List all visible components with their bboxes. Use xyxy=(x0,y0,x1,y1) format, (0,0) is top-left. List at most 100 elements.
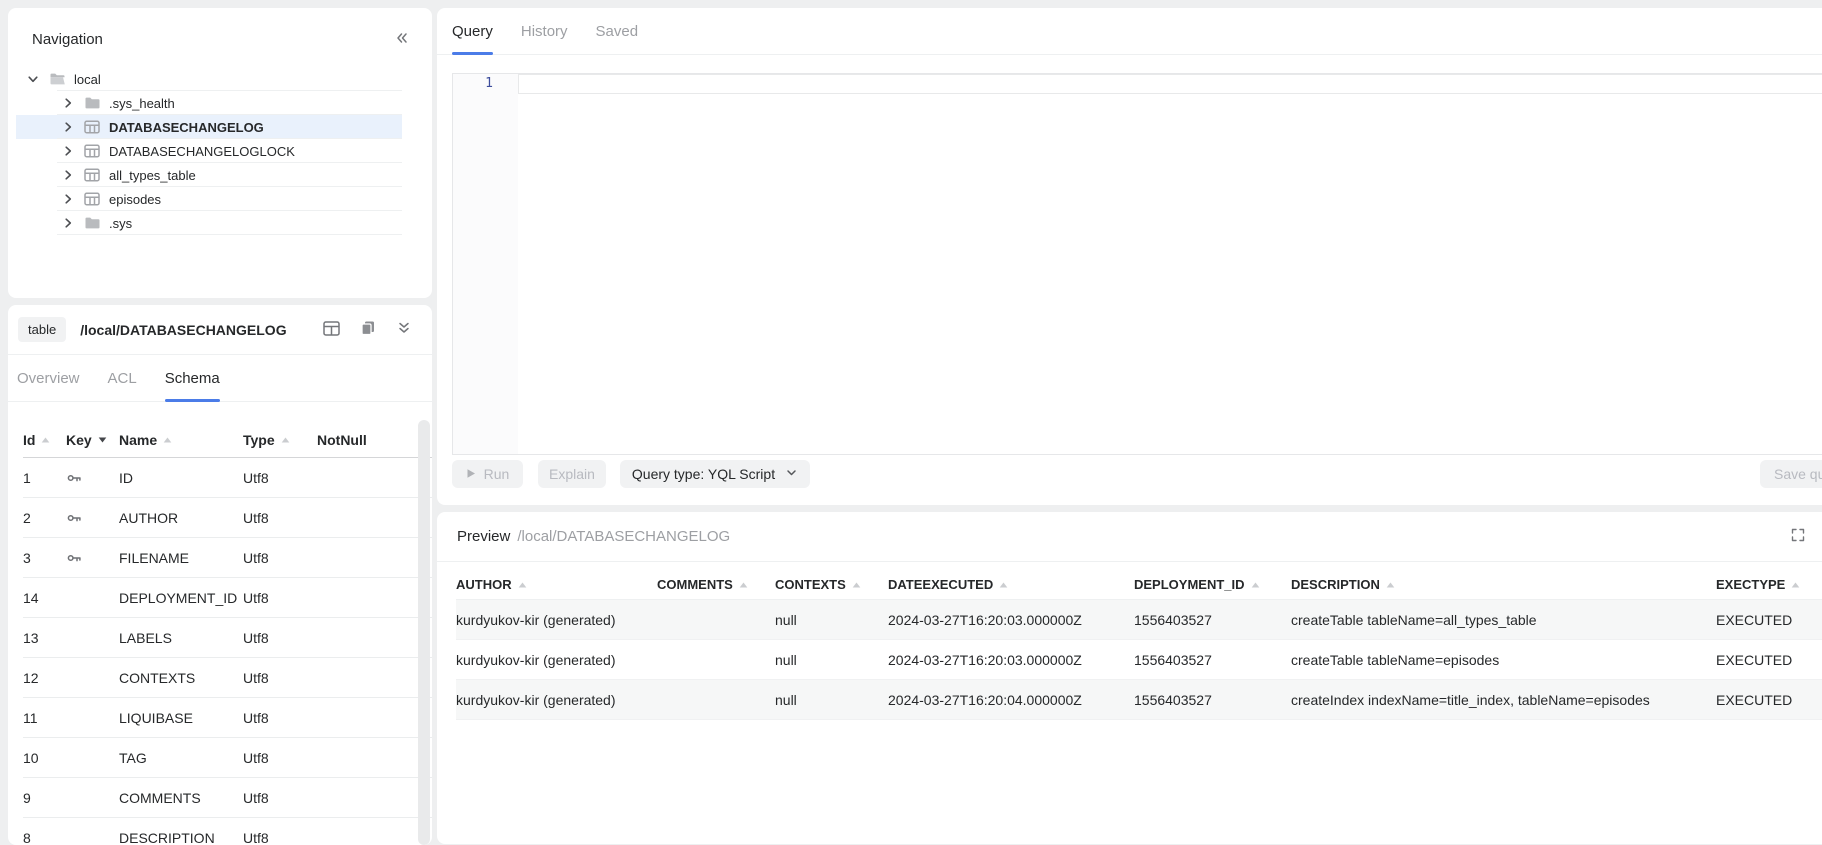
sort-asc-icon xyxy=(518,582,527,588)
schema-cell: 2 xyxy=(23,510,66,526)
tab-overview[interactable]: Overview xyxy=(17,355,80,401)
table-icon xyxy=(323,321,340,339)
preview-header-row: AUTHOR COMMENTSCONTEXTSDATEEXECUTEDDEPLOY… xyxy=(456,570,1822,600)
chevron-right-icon[interactable] xyxy=(61,120,75,134)
tab-saved[interactable]: Saved xyxy=(596,8,639,54)
schema-column-header-type[interactable]: Type xyxy=(243,432,317,448)
query-type-dropdown[interactable]: Query type: YQL Script xyxy=(620,460,810,488)
navigation-title: Navigation xyxy=(32,31,103,48)
object-tabs: Overview ACL Schema xyxy=(8,355,432,402)
save-query-button[interactable]: Save query xyxy=(1760,460,1822,488)
schema-cell: ID xyxy=(119,470,243,486)
schema-scrollbar[interactable] xyxy=(418,420,430,845)
preview-column-header-comments[interactable]: COMMENTS xyxy=(657,577,775,592)
fullscreen-button[interactable] xyxy=(1788,525,1808,548)
run-button-label: Run xyxy=(484,466,510,482)
schema-cell: 14 xyxy=(23,590,66,606)
schema-column-header-notnull[interactable]: NotNull xyxy=(317,432,432,448)
tree-item-.sys[interactable]: .sys xyxy=(16,211,402,235)
schema-cell: Utf8 xyxy=(243,510,317,526)
tree-item-all_types_table[interactable]: all_types_table xyxy=(16,163,402,187)
preview-panel: Preview /local/DATABASECHANGELOG AUTHOR C… xyxy=(437,512,1822,844)
preview-column-label: EXECTYPE xyxy=(1716,577,1785,592)
query-editor[interactable]: 1 xyxy=(452,73,1822,455)
tree-item-label: .sys_health xyxy=(109,96,175,111)
preview-column-header-contexts[interactable]: CONTEXTS xyxy=(775,577,888,592)
preview-cell: 1556403527 xyxy=(1134,612,1291,628)
preview-cell: kurdyukov-kir (generated) xyxy=(456,652,657,668)
schema-column-header-key[interactable]: Key xyxy=(66,432,119,448)
chevron-down-icon[interactable] xyxy=(26,72,40,86)
double-chevron-left-icon xyxy=(394,30,410,49)
query-tabs: Query History Saved xyxy=(437,8,1822,55)
tree-item-label: DATABASECHANGELOG xyxy=(109,120,264,135)
preview-cell: 2024-03-27T16:20:03.000000Z xyxy=(888,652,1134,668)
preview-cell: createIndex indexName=title_index, table… xyxy=(1291,692,1716,708)
collapse-panel-button[interactable] xyxy=(392,28,412,51)
schema-cell: LIQUIBASE xyxy=(119,710,243,726)
table-icon xyxy=(84,144,101,158)
schema-cell: 8 xyxy=(23,830,66,845)
schema-header-row: Id KeyNameType NotNull xyxy=(23,422,432,458)
schema-column-label: Id xyxy=(23,432,35,448)
preview-column-header-description[interactable]: DESCRIPTION xyxy=(1291,577,1716,592)
preview-cell: null xyxy=(775,692,888,708)
key-icon xyxy=(66,470,119,486)
schema-row-labels: 13LABELSUtf8 xyxy=(23,618,432,658)
editor-current-line[interactable] xyxy=(518,74,1822,94)
preview-row: kurdyukov-kir (generated)null2024-03-27T… xyxy=(456,600,1822,640)
schema-cell: CONTEXTS xyxy=(119,670,243,686)
tab-schema[interactable]: Schema xyxy=(165,355,220,401)
schema-column-label: Type xyxy=(243,432,275,448)
open-preview-button[interactable] xyxy=(321,318,342,341)
sort-asc-icon xyxy=(163,437,172,443)
schema-column-header-id[interactable]: Id xyxy=(23,432,66,448)
preview-row: kurdyukov-kir (generated)null2024-03-27T… xyxy=(456,680,1822,720)
save-query-label: Save query xyxy=(1774,466,1822,482)
chevron-right-icon[interactable] xyxy=(61,216,75,230)
table-icon xyxy=(84,120,101,134)
schema-cell: AUTHOR xyxy=(119,510,243,526)
tree-item-episodes[interactable]: episodes xyxy=(16,187,402,211)
chevron-right-icon[interactable] xyxy=(61,144,75,158)
query-type-label: Query type: YQL Script xyxy=(632,466,775,482)
collapse-summary-button[interactable] xyxy=(394,318,414,341)
tree-item-DATABASECHANGELOGLOCK[interactable]: DATABASECHANGELOGLOCK xyxy=(16,139,402,163)
tab-acl[interactable]: ACL xyxy=(108,355,137,401)
preview-path: /local/DATABASECHANGELOG xyxy=(517,528,730,545)
table-icon xyxy=(84,192,101,206)
preview-column-header-deployment_id[interactable]: DEPLOYMENT_ID xyxy=(1134,577,1291,592)
sort-desc-icon xyxy=(98,437,107,443)
schema-cell: Utf8 xyxy=(243,830,317,845)
preview-column-header-exectype[interactable]: EXECTYPE xyxy=(1716,577,1822,592)
run-button[interactable]: Run xyxy=(452,460,523,488)
copy-path-button[interactable] xyxy=(358,318,378,341)
preview-column-header-author[interactable]: AUTHOR xyxy=(456,577,657,592)
sort-asc-icon xyxy=(281,437,290,443)
tab-history[interactable]: History xyxy=(521,8,568,54)
tree-item-.sys_health[interactable]: .sys_health xyxy=(16,91,402,115)
schema-cell: COMMENTS xyxy=(119,790,243,806)
preview-column-header-dateexecuted[interactable]: DATEEXECUTED xyxy=(888,577,1134,592)
query-toolbar: Run Explain Query type: YQL Script Save … xyxy=(452,460,1822,488)
chevron-right-icon[interactable] xyxy=(61,192,75,206)
schema-row-id: 1IDUtf8 xyxy=(23,458,432,498)
preview-column-label: AUTHOR xyxy=(456,577,512,592)
preview-cell: null xyxy=(775,612,888,628)
schema-cell: DEPLOYMENT_ID xyxy=(119,590,243,606)
schema-row-description: 8DESCRIPTIONUtf8 xyxy=(23,818,432,845)
explain-button[interactable]: Explain xyxy=(538,460,606,488)
schema-row-filename: 3FILENAMEUtf8 xyxy=(23,538,432,578)
tree-item-local[interactable]: local xyxy=(16,67,402,91)
tree-item-DATABASECHANGELOG[interactable]: DATABASECHANGELOG xyxy=(16,115,402,139)
key-icon xyxy=(66,550,119,566)
preview-cell: EXECUTED xyxy=(1716,612,1822,628)
folder-open-icon xyxy=(49,72,66,86)
schema-column-header-name[interactable]: Name xyxy=(119,432,243,448)
key-icon xyxy=(66,510,119,526)
chevron-right-icon[interactable] xyxy=(61,96,75,110)
tab-query[interactable]: Query xyxy=(452,8,493,54)
preview-title: Preview xyxy=(457,528,510,545)
chevron-right-icon[interactable] xyxy=(61,168,75,182)
preview-cell: createTable tableName=all_types_table xyxy=(1291,612,1716,628)
